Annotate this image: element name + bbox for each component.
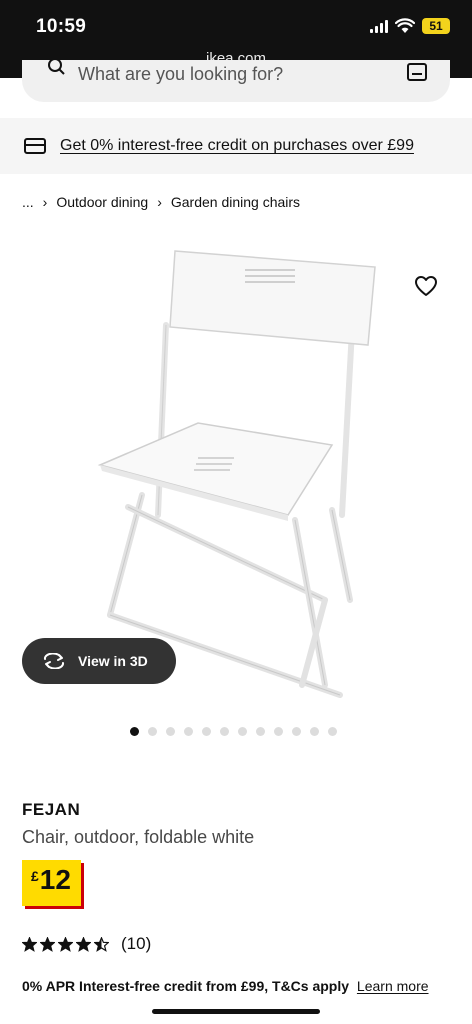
star-icon <box>22 936 37 952</box>
breadcrumb-outdoor-dining[interactable]: Outdoor dining <box>56 194 148 210</box>
chevron-right-icon: › <box>157 194 162 210</box>
credit-card-icon <box>24 138 46 154</box>
finance-text: 0% APR Interest-free credit from £99, T&… <box>22 978 350 994</box>
carousel-dot[interactable] <box>220 727 229 736</box>
price-currency: £ <box>31 868 39 884</box>
carousel-dot[interactable] <box>166 727 175 736</box>
price-amount: 12 <box>39 864 71 895</box>
rating-count: (10) <box>121 934 152 953</box>
search-bar[interactable]: What are you looking for? <box>22 60 450 102</box>
search-icon <box>48 60 65 75</box>
carousel-dot[interactable] <box>256 727 265 736</box>
carousel-dots <box>130 727 337 736</box>
chevron-right-icon: › <box>42 194 48 210</box>
status-icons: 51 <box>370 18 450 34</box>
carousel-dot[interactable] <box>292 727 301 736</box>
breadcrumb: ... › Outdoor dining › Garden dining cha… <box>22 194 300 210</box>
breadcrumb-garden-dining-chairs[interactable]: Garden dining chairs <box>171 194 300 210</box>
carousel-dot[interactable] <box>148 727 157 736</box>
view-in-3d-button[interactable]: View in 3D <box>22 638 176 684</box>
star-icon <box>40 936 55 952</box>
price-tag: £ 12 <box>22 860 81 906</box>
carousel-dot[interactable] <box>310 727 319 736</box>
breadcrumb-ellipsis[interactable]: ... <box>22 194 34 210</box>
rating-stars <box>22 936 109 952</box>
carousel-dot[interactable] <box>202 727 211 736</box>
product-description: Chair, outdoor, foldable white <box>22 827 255 847</box>
finance-line: 0% APR Interest-free credit from £99, T&… <box>22 978 429 994</box>
carousel-dot[interactable] <box>184 727 193 736</box>
star-icon <box>94 936 109 952</box>
status-time: 10:59 <box>36 16 87 37</box>
credit-banner-link[interactable]: Get 0% interest-free credit on purchases… <box>60 137 414 155</box>
view-in-3d-label: View in 3D <box>78 653 148 669</box>
heart-icon[interactable] <box>414 275 438 297</box>
carousel-dot[interactable] <box>274 727 283 736</box>
carousel-dot[interactable] <box>130 727 139 736</box>
wifi-icon <box>395 18 415 33</box>
learn-more-link[interactable]: Learn more <box>357 978 429 994</box>
star-icon <box>76 936 91 952</box>
signal-icon <box>370 19 388 33</box>
product-name: FEJAN <box>22 800 81 819</box>
rating[interactable]: (10) <box>22 934 151 954</box>
search-input[interactable]: What are you looking for? <box>78 64 283 85</box>
battery-icon: 51 <box>422 18 450 34</box>
carousel-dot[interactable] <box>328 727 337 736</box>
rotate-3d-icon <box>44 653 64 669</box>
carousel-dot[interactable] <box>238 727 247 736</box>
credit-banner[interactable]: Get 0% interest-free credit on purchases… <box>0 118 472 174</box>
star-icon <box>58 936 73 952</box>
product-image-chair[interactable] <box>70 245 390 705</box>
home-indicator <box>152 1009 320 1014</box>
scan-icon[interactable] <box>406 63 428 83</box>
